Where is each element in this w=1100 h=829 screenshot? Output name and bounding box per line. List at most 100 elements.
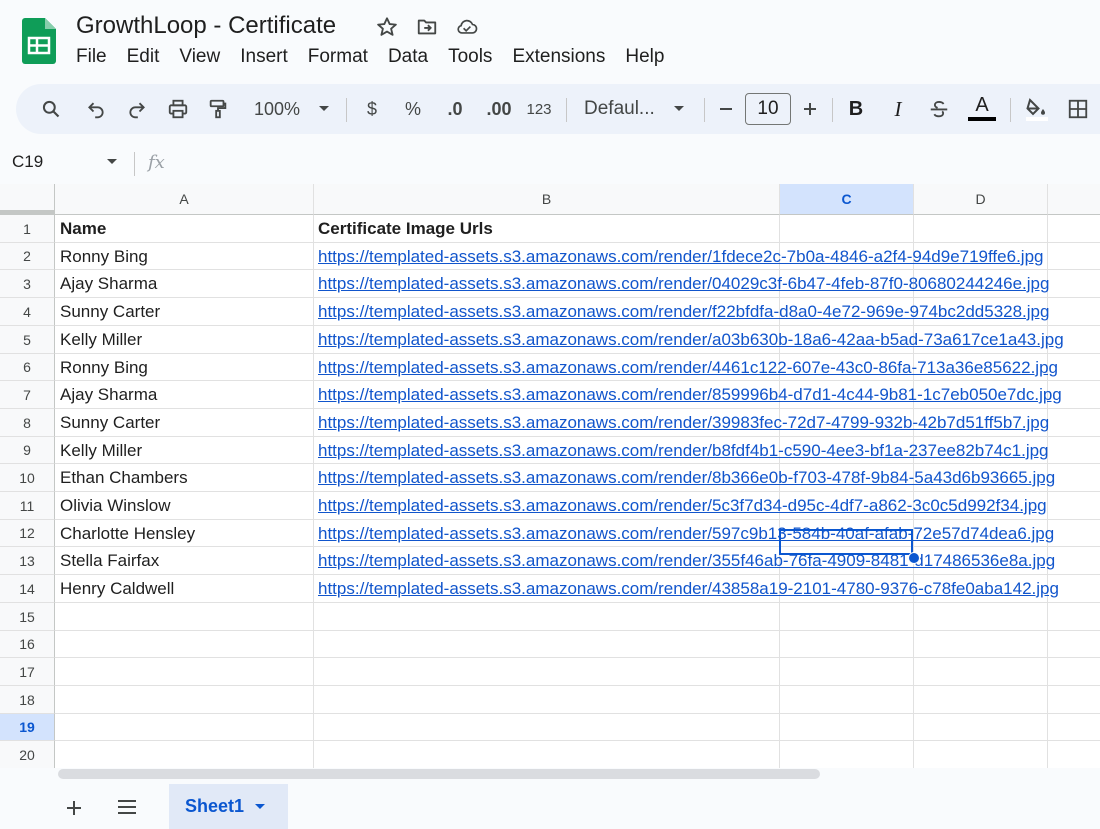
name-cell[interactable]: Ronny Bing — [60, 243, 148, 270]
name-cell[interactable]: Charlotte Hensley — [60, 520, 195, 547]
dropdown-caret-icon[interactable] — [314, 84, 334, 134]
url-link-cell[interactable]: https://templated-assets.s3.amazonaws.co… — [318, 381, 1062, 408]
row-header-12[interactable]: 12 — [0, 520, 55, 547]
add-sheet-icon[interactable] — [64, 794, 84, 825]
horizontal-scrollbar[interactable] — [58, 769, 820, 779]
name-cell[interactable]: Ronny Bing — [60, 354, 148, 381]
move-folder-icon[interactable] — [416, 16, 438, 38]
url-link-cell[interactable]: https://templated-assets.s3.amazonaws.co… — [318, 298, 1049, 325]
menu-data[interactable]: Data — [388, 46, 438, 68]
name-cell[interactable]: Olivia Winslow — [60, 492, 171, 519]
fill-color-icon[interactable] — [1020, 84, 1052, 134]
number-format-button[interactable]: 123 — [524, 84, 554, 134]
row-header-3[interactable]: 3 — [0, 270, 55, 298]
increase-decimal-button[interactable]: .00 — [482, 84, 516, 134]
row-header-17[interactable]: 17 — [0, 658, 55, 686]
row-header-2[interactable]: 2 — [0, 243, 55, 270]
strikethrough-icon[interactable] — [925, 84, 953, 134]
fill-handle[interactable] — [908, 552, 920, 564]
star-icon[interactable] — [376, 16, 398, 38]
name-cell[interactable]: Kelly Miller — [60, 326, 142, 353]
name-cell[interactable]: Kelly Miller — [60, 437, 142, 464]
decrease-decimal-button[interactable]: .0 — [440, 84, 470, 134]
italic-button[interactable]: I — [884, 84, 912, 134]
menu-tools[interactable]: Tools — [448, 46, 502, 68]
url-link-cell[interactable]: https://templated-assets.s3.amazonaws.co… — [318, 270, 1049, 297]
redo-icon[interactable] — [123, 84, 151, 134]
sheets-logo-icon[interactable] — [22, 18, 56, 64]
row-header-10[interactable]: 10 — [0, 464, 55, 492]
bold-button[interactable]: B — [842, 84, 870, 134]
search-icon[interactable] — [36, 84, 66, 134]
row-header-20[interactable]: 20 — [0, 741, 55, 768]
print-icon[interactable] — [164, 84, 192, 134]
menu-format[interactable]: Format — [308, 46, 378, 68]
borders-icon[interactable] — [1064, 84, 1092, 134]
font-family-select[interactable]: Defaul... — [584, 84, 660, 134]
font-size-input[interactable]: 10 — [745, 93, 791, 125]
column-header-c[interactable]: C — [780, 184, 914, 215]
url-link-cell[interactable]: https://templated-assets.s3.amazonaws.co… — [318, 243, 1043, 270]
row-header-11[interactable]: 11 — [0, 492, 55, 520]
text-color-button[interactable]: A — [966, 84, 998, 134]
undo-icon[interactable] — [82, 84, 110, 134]
paint-format-icon[interactable] — [204, 84, 232, 134]
sheet-tab-caret-icon[interactable] — [254, 803, 266, 811]
url-link-cell[interactable]: https://templated-assets.s3.amazonaws.co… — [318, 492, 1047, 519]
row-header-5[interactable]: 5 — [0, 326, 55, 354]
name-box[interactable]: C19 — [12, 152, 43, 172]
menu-file[interactable]: File — [76, 46, 117, 68]
row-header-19[interactable]: 19 — [0, 714, 55, 741]
name-cell[interactable]: Ethan Chambers — [60, 464, 188, 491]
url-link-cell[interactable]: https://templated-assets.s3.amazonaws.co… — [318, 326, 1064, 353]
url-link-cell[interactable]: https://templated-assets.s3.amazonaws.co… — [318, 575, 1059, 602]
row-header-14[interactable]: 14 — [0, 575, 55, 603]
name-cell[interactable]: Ajay Sharma — [60, 270, 157, 297]
minus-icon[interactable] — [714, 84, 738, 134]
url-link-cell[interactable]: https://templated-assets.s3.amazonaws.co… — [318, 547, 1055, 574]
url-link-cell[interactable]: https://templated-assets.s3.amazonaws.co… — [318, 409, 1049, 436]
row-header-13[interactable]: 13 — [0, 547, 55, 575]
name-cell[interactable]: Sunny Carter — [60, 298, 160, 325]
active-cell-c19[interactable] — [779, 529, 913, 555]
select-all-corner[interactable] — [0, 184, 55, 215]
header-cell-name[interactable]: Name — [60, 215, 106, 242]
cloud-saved-icon[interactable] — [456, 16, 478, 38]
menu-extensions[interactable]: Extensions — [512, 46, 615, 68]
url-link-cell[interactable]: https://templated-assets.s3.amazonaws.co… — [318, 437, 1049, 464]
row-header-4[interactable]: 4 — [0, 298, 55, 326]
zoom-select[interactable]: 100% — [248, 84, 306, 134]
column-header-d[interactable]: D — [914, 184, 1048, 215]
url-link-cell[interactable]: https://templated-assets.s3.amazonaws.co… — [318, 464, 1055, 491]
menu-edit[interactable]: Edit — [127, 46, 170, 68]
name-cell[interactable]: Sunny Carter — [60, 409, 160, 436]
header-cell-url[interactable]: Certificate Image Urls — [318, 215, 493, 242]
row-header-7[interactable]: 7 — [0, 381, 55, 409]
row-header-9[interactable]: 9 — [0, 437, 55, 464]
url-link-cell[interactable]: https://templated-assets.s3.amazonaws.co… — [318, 520, 1054, 547]
row-header-1[interactable]: 1 — [0, 215, 55, 243]
column-header-b[interactable]: B — [314, 184, 780, 215]
column-header-e[interactable] — [1048, 184, 1100, 215]
row-header-6[interactable]: 6 — [0, 354, 55, 381]
menu-insert[interactable]: Insert — [240, 46, 298, 68]
currency-format-button[interactable]: $ — [358, 84, 386, 134]
sheet-tab-sheet1[interactable]: Sheet1 — [169, 784, 288, 829]
all-sheets-icon[interactable] — [116, 798, 138, 821]
url-link-cell[interactable]: https://templated-assets.s3.amazonaws.co… — [318, 354, 1058, 381]
row-header-8[interactable]: 8 — [0, 409, 55, 437]
font-dropdown-caret-icon[interactable] — [669, 84, 689, 134]
name-cell[interactable]: Ajay Sharma — [60, 381, 157, 408]
document-title[interactable]: GrowthLoop - Certificate — [76, 12, 336, 40]
percent-format-button[interactable]: % — [399, 84, 427, 134]
row-header-16[interactable]: 16 — [0, 631, 55, 658]
menu-help[interactable]: Help — [625, 46, 674, 68]
menu-view[interactable]: View — [179, 46, 230, 68]
plus-icon[interactable] — [798, 84, 822, 134]
name-cell[interactable]: Henry Caldwell — [60, 575, 174, 602]
name-cell[interactable]: Stella Fairfax — [60, 547, 159, 574]
row-header-15[interactable]: 15 — [0, 603, 55, 631]
row-header-18[interactable]: 18 — [0, 686, 55, 714]
name-box-caret-icon[interactable] — [106, 158, 118, 166]
column-header-a[interactable]: A — [55, 184, 314, 215]
